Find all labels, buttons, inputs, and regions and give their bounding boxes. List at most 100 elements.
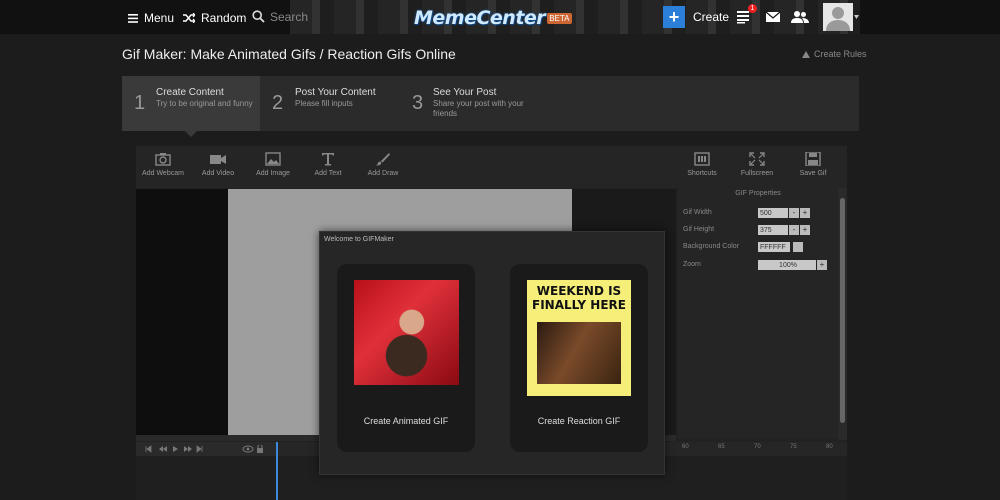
gif-width-increment[interactable]: + [800,208,810,218]
gif-width-input[interactable] [758,208,788,218]
step-title: Post Your Content [295,87,376,98]
notification-badge: 1 [748,4,757,13]
step-subtitle: Please fill inputs [295,99,353,108]
background-color-label: Background Color [683,243,740,250]
tool-label: Save Gif [799,170,827,177]
tool-label: Add Webcam [142,170,184,177]
user-silhouette-icon [823,3,853,31]
logo-text: MemeCenter [414,7,546,29]
zoom-increment[interactable]: + [817,260,827,270]
add-draw-button[interactable]: Add Draw [356,152,410,186]
add-video-button[interactable]: Add Video [191,152,245,186]
users-icon[interactable] [791,10,809,24]
create-rules-link[interactable]: Create Rules [802,49,867,59]
chevron-down-icon[interactable] [854,15,859,19]
text-icon [322,153,334,166]
scrollbar-thumb[interactable] [840,198,845,423]
card-label: Create Animated GIF [363,416,449,426]
brush-icon [375,153,390,166]
step-number: 1 [134,92,146,114]
gif-properties-panel: GIF Properties Gif Width - + Gif Height … [678,188,838,438]
page-title: Gif Maker: Make Animated Gifs / Reaction… [122,46,456,62]
add-image-button[interactable]: Add Image [246,152,300,186]
ruler-tick: 75 [790,444,797,450]
step-number: 3 [412,92,424,114]
card-label: Create Reaction GIF [537,416,621,426]
fullscreen-icon [749,152,765,166]
modal-title: Welcome to GIFMaker [324,236,394,243]
tool-label: Add Draw [367,170,399,177]
warning-icon [802,50,810,58]
reaction-photo [537,322,621,384]
steps-bar: 1 Create Content Try to be original and … [122,76,859,137]
random-label: Random [201,11,247,25]
logo-beta-tag: BETA [547,12,572,24]
avatar[interactable] [823,3,853,31]
gif-height-increment[interactable]: + [800,225,810,235]
step-2: 2 Post Your Content Please fill inputs [260,76,400,131]
tool-label: Add Text [314,170,342,177]
create-button[interactable]: + Create [663,6,729,28]
tool-label: Fullscreen [740,170,774,177]
gif-height-decrement[interactable]: - [789,225,799,235]
background-color-picker[interactable] [793,242,803,252]
step-number: 2 [272,92,284,114]
step-1: 1 Create Content Try to be original and … [122,76,260,131]
step-active-arrow [185,131,197,137]
random-button[interactable]: Random [183,9,246,27]
gif-height-label: Gif Height [683,226,715,233]
save-gif-button[interactable]: Save Gif [786,152,840,186]
create-rules-label: Create Rules [814,49,867,59]
step-subtitle: Share your post with your friends [433,99,524,118]
search-icon[interactable] [252,10,265,23]
reaction-caption: WEEKEND IS FINALLY HERE [532,284,626,312]
ruler-tick: 70 [754,444,761,450]
editor-toolbar: Add Webcam Add Video Add Image Add Text … [136,146,847,188]
timeline-playhead[interactable] [276,442,278,500]
animated-gif-preview-image [354,280,459,385]
ruler-tick: 65 [718,444,725,450]
step-subtitle: Try to be original and funny [156,99,253,108]
floppy-disk-icon [805,152,821,166]
mail-icon[interactable] [765,10,781,24]
tool-label: Add Image [256,170,290,177]
shuffle-icon [183,13,195,23]
plus-icon: + [663,6,685,28]
create-animated-gif-card[interactable]: Create Animated GIF [337,264,475,452]
video-camera-icon [210,155,226,164]
menu-label: Menu [144,11,175,25]
create-label: Create [693,10,730,24]
memecenter-logo[interactable]: MemeCenter BETA [414,5,572,31]
gif-width-label: Gif Width [683,209,712,216]
background-color-input[interactable] [758,242,790,252]
zoom-input[interactable] [758,260,816,270]
tool-label: Add Video [201,170,235,177]
welcome-modal: Welcome to GIFMaker Create Animated GIF … [319,231,665,475]
canvas-left-panel [136,189,228,435]
fullscreen-button[interactable]: Fullscreen [730,152,784,186]
menu-button[interactable]: Menu [128,9,174,27]
vertical-scrollbar[interactable] [838,188,847,440]
gif-width-decrement[interactable]: - [789,208,799,218]
properties-title: GIF Properties [735,190,781,197]
step-3: 3 See Your Post Share your post with you… [400,76,550,131]
top-navigation-bar: Menu Random MemeCenter BETA + Create 1 [0,0,1000,34]
reaction-gif-preview-image: WEEKEND IS FINALLY HERE [527,280,631,396]
ruler-tick: 60 [682,444,689,450]
ruler-tick: 80 [826,444,833,450]
shortcuts-button[interactable]: Shortcuts [675,152,729,186]
add-text-button[interactable]: Add Text [301,152,355,186]
timeline-controls [136,442,276,456]
image-icon [265,152,281,166]
keyboard-icon [694,152,710,166]
step-title: Create Content [156,87,224,98]
camera-icon [155,153,171,166]
menu-icon [128,13,138,23]
gif-height-input[interactable] [758,225,788,235]
search-input[interactable] [270,8,390,26]
timeline-playback-icons[interactable] [144,445,264,453]
zoom-label: Zoom [683,261,701,268]
step-title: See Your Post [433,87,497,98]
add-webcam-button[interactable]: Add Webcam [136,152,190,186]
create-reaction-gif-card[interactable]: WEEKEND IS FINALLY HERE Create Reaction … [510,264,648,452]
